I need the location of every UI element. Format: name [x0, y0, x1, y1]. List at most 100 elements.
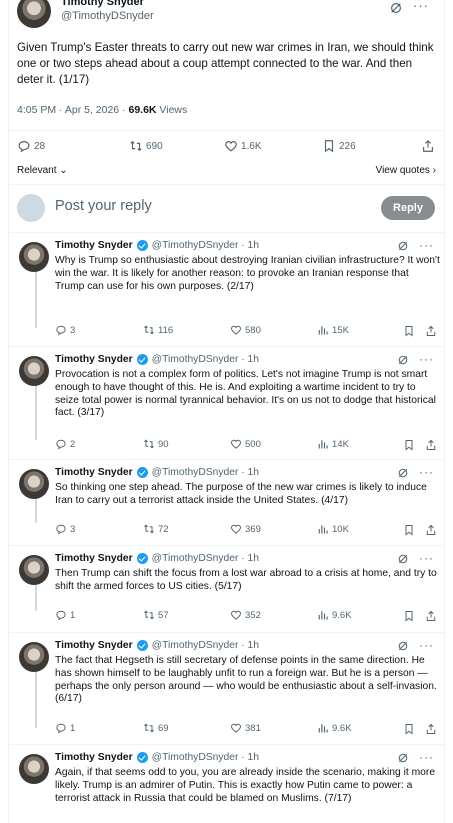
- avatar[interactable]: [19, 642, 49, 672]
- bookmark-icon: [405, 724, 413, 735]
- avatar[interactable]: [19, 242, 49, 272]
- views-button[interactable]: 9.6K: [317, 722, 352, 734]
- like-count: 1.6K: [241, 140, 262, 152]
- more-icon[interactable]: ···: [419, 352, 434, 366]
- divider: [9, 184, 444, 185]
- repost-button[interactable]: 57: [143, 609, 169, 621]
- grok-icon[interactable]: [397, 553, 409, 565]
- repost-count: 90: [158, 438, 169, 450]
- more-icon[interactable]: ···: [413, 0, 429, 13]
- author-name[interactable]: Timothy Snyder: [55, 553, 133, 564]
- more-icon[interactable]: ···: [419, 465, 434, 479]
- author-handle[interactable]: @TimothyDSnyder · 1h: [152, 354, 259, 365]
- avatar[interactable]: [19, 356, 49, 386]
- more-icon[interactable]: ···: [419, 551, 434, 565]
- repost-count: 69: [158, 722, 169, 734]
- like-button[interactable]: 500: [230, 438, 261, 450]
- author-handle[interactable]: @TimothyDSnyder: [61, 10, 154, 22]
- author-name[interactable]: Timothy Snyder: [55, 467, 133, 478]
- views-button[interactable]: 15K: [317, 324, 349, 336]
- main-action-bar: 28 690 1.6K 226: [17, 139, 437, 157]
- share-icon: [426, 325, 436, 336]
- like-button[interactable]: 381: [230, 722, 261, 734]
- view-quotes-link[interactable]: View quotes ›: [376, 165, 436, 176]
- reply-button[interactable]: 3: [55, 523, 75, 535]
- share-button[interactable]: [425, 523, 437, 541]
- current-user-avatar[interactable]: [17, 194, 45, 222]
- repost-button[interactable]: 116: [143, 324, 173, 336]
- like-count: 500: [245, 438, 261, 450]
- main-tweet-text: Given Trump's Easter threats to carry ou…: [17, 41, 434, 86]
- divider: [9, 632, 444, 633]
- bookmark-button[interactable]: 226: [322, 139, 356, 153]
- author-name[interactable]: Timothy Snyder: [55, 240, 133, 251]
- sort-dropdown[interactable]: Relevant ⌄: [17, 165, 68, 176]
- share-button[interactable]: [425, 609, 437, 627]
- reply-icon: [56, 524, 66, 535]
- author-handle[interactable]: @TimothyDSnyder · 1h: [152, 240, 259, 251]
- bookmark-button[interactable]: [403, 523, 415, 541]
- views-button[interactable]: 9.6K: [317, 609, 352, 621]
- action-bar: 1 57 352 9.6K: [55, 609, 440, 623]
- views-label: Views: [156, 104, 188, 116]
- share-button[interactable]: [425, 324, 437, 342]
- reply-button[interactable]: 3: [55, 324, 75, 336]
- like-button[interactable]: 580: [230, 324, 261, 336]
- view-count: 9.6K: [332, 609, 352, 621]
- reply-button[interactable]: 2: [55, 438, 75, 450]
- avatar[interactable]: [19, 469, 49, 499]
- view-count: 15K: [332, 324, 349, 336]
- thread-connector: [35, 270, 37, 328]
- bookmark-button[interactable]: [403, 609, 415, 627]
- post-time[interactable]: 4:05 PM · Apr 5, 2026 ·: [17, 104, 128, 116]
- author-handle[interactable]: @TimothyDSnyder · 1h: [152, 640, 259, 651]
- share-button[interactable]: [425, 722, 437, 740]
- repost-button[interactable]: 69: [143, 722, 169, 734]
- like-button[interactable]: 352: [230, 609, 261, 621]
- reply-button[interactable]: 28: [17, 139, 45, 153]
- repost-button[interactable]: 72: [143, 523, 169, 535]
- heart-icon: [231, 610, 241, 620]
- reply-button[interactable]: 1: [55, 609, 75, 621]
- author-name[interactable]: Timothy Snyder: [55, 752, 133, 763]
- share-button[interactable]: [425, 438, 437, 456]
- share-button[interactable]: [421, 139, 438, 153]
- avatar[interactable]: [19, 555, 49, 585]
- bookmark-button[interactable]: [403, 722, 415, 740]
- post-text: Provocation is not a complex form of pol…: [55, 369, 436, 419]
- views-button[interactable]: 10K: [317, 523, 349, 535]
- bookmark-button[interactable]: [403, 438, 415, 456]
- grok-icon[interactable]: [397, 240, 409, 252]
- grok-icon[interactable]: [397, 354, 409, 366]
- verified-badge-icon: [136, 467, 148, 478]
- author-name[interactable]: Timothy Snyder: [61, 0, 144, 8]
- like-button[interactable]: 369: [230, 523, 261, 535]
- like-button[interactable]: 1.6K: [224, 139, 262, 153]
- reply-count: 2: [70, 438, 76, 450]
- analytics-icon: [318, 326, 328, 335]
- avatar[interactable]: [17, 0, 51, 28]
- share-icon: [423, 139, 433, 152]
- views-button[interactable]: 14K: [317, 438, 349, 450]
- more-icon[interactable]: ···: [419, 750, 434, 764]
- reply-submit-button[interactable]: Reply: [381, 196, 435, 220]
- author-handle[interactable]: @TimothyDSnyder · 1h: [152, 553, 259, 564]
- author-name[interactable]: Timothy Snyder: [55, 640, 133, 651]
- reply-input[interactable]: Post your reply: [55, 198, 152, 214]
- repost-button[interactable]: 90: [143, 438, 169, 450]
- grok-icon[interactable]: [397, 467, 409, 479]
- bookmark-button[interactable]: [403, 324, 415, 342]
- divider: [9, 545, 444, 546]
- grok-icon[interactable]: [389, 1, 403, 15]
- reply-button[interactable]: 1: [55, 722, 75, 734]
- author-handle[interactable]: @TimothyDSnyder · 1h: [152, 467, 259, 478]
- grok-icon[interactable]: [397, 752, 409, 764]
- grok-icon[interactable]: [397, 640, 409, 652]
- more-icon[interactable]: ···: [419, 238, 434, 252]
- avatar[interactable]: [19, 754, 49, 784]
- author-handle[interactable]: @TimothyDSnyder · 1h: [152, 752, 259, 763]
- repost-button[interactable]: 690: [129, 139, 163, 153]
- author-name[interactable]: Timothy Snyder: [55, 354, 133, 365]
- post-text: Why is Trump so enthusiastic about destr…: [55, 255, 440, 292]
- more-icon[interactable]: ···: [419, 638, 434, 652]
